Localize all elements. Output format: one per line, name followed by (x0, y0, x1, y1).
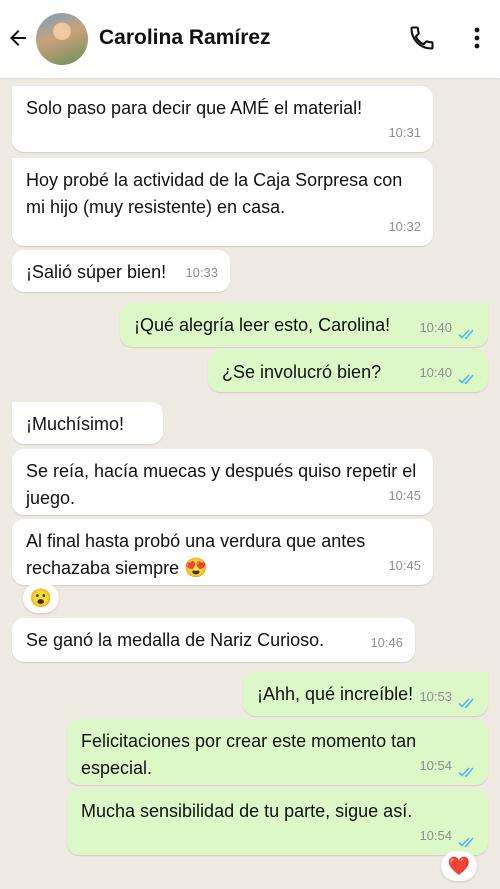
message-time: 10:45 (388, 558, 421, 573)
message-time: 10:31 (388, 125, 421, 140)
contact-avatar[interactable] (36, 13, 88, 65)
message-bubble[interactable]: Solo paso para decir que AMÉ el material… (12, 86, 433, 152)
message-bubble[interactable]: ¡Qué alegría leer esto, Carolina! 10:40 (120, 303, 488, 347)
message-time: 10:40 (419, 320, 452, 335)
chat-header: Carolina Ramírez (0, 0, 500, 78)
message-bubble[interactable]: Hoy probé la actividad de la Caja Sorpre… (12, 158, 433, 246)
surprised-face-icon: 😮 (29, 587, 53, 608)
message-bubble[interactable]: ¡Muchísimo! (12, 402, 163, 444)
message-reaction[interactable]: ❤️ (441, 851, 477, 881)
message-text: ¡Muchísimo! (26, 414, 125, 434)
message-bubble[interactable]: ¡Salió súper bien! 10:33 (12, 250, 230, 292)
message-text: Solo paso para decir que AMÉ el material… (26, 98, 363, 118)
message-time: 10:45 (388, 488, 421, 503)
message-text: Mucha sensibilidad de tu parte, sigue as… (81, 801, 413, 821)
read-receipt-icon (458, 329, 474, 340)
message-time: 10:40 (419, 365, 452, 380)
message-time: 10:32 (388, 219, 421, 234)
read-receipt-icon (458, 767, 474, 778)
message-bubble[interactable]: Al final hasta probó una verdura que ant… (12, 519, 433, 585)
message-bubble[interactable]: Se reía, hacía muecas y después quiso re… (12, 449, 433, 515)
message-time: 10:53 (419, 689, 452, 704)
message-bubble[interactable]: ¡Ahh, qué increíble! 10:53 (243, 672, 488, 716)
phone-icon[interactable] (408, 24, 436, 52)
message-bubble[interactable]: Felicitaciones por crear este momento ta… (67, 719, 488, 785)
message-time: 10:33 (185, 265, 218, 280)
message-time: 10:46 (370, 635, 403, 650)
heart-icon: ❤️ (447, 855, 471, 876)
message-time: 10:54 (419, 828, 452, 843)
heart-eyes-emoji: 😍 (184, 558, 208, 579)
read-receipt-icon (458, 374, 474, 385)
message-time: 10:54 (419, 758, 452, 773)
message-bubble[interactable]: ¿Se involucró bien? 10:40 (208, 350, 488, 392)
read-receipt-icon (458, 698, 474, 709)
message-bubble[interactable]: Se ganó la medalla de Nariz Curioso. 10:… (12, 618, 415, 662)
message-text: Hoy probé la actividad de la Caja Sorpre… (26, 170, 403, 217)
message-text: Se ganó la medalla de Nariz Curioso. (26, 630, 325, 650)
message-bubble[interactable]: Mucha sensibilidad de tu parte, sigue as… (67, 789, 488, 855)
contact-name[interactable]: Carolina Ramírez (99, 26, 271, 50)
read-receipt-icon (458, 837, 474, 848)
back-arrow-icon[interactable] (6, 26, 30, 50)
message-text: Se reía, hacía muecas y después quiso re… (26, 461, 417, 508)
message-text: Felicitaciones por crear este momento ta… (81, 731, 417, 778)
message-reaction[interactable]: 😮 (23, 583, 59, 613)
message-text: Al final hasta probó una verdura que ant… (26, 528, 419, 582)
more-options-icon[interactable] (467, 24, 487, 52)
message-list[interactable]: Solo paso para decir que AMÉ el material… (0, 78, 500, 889)
